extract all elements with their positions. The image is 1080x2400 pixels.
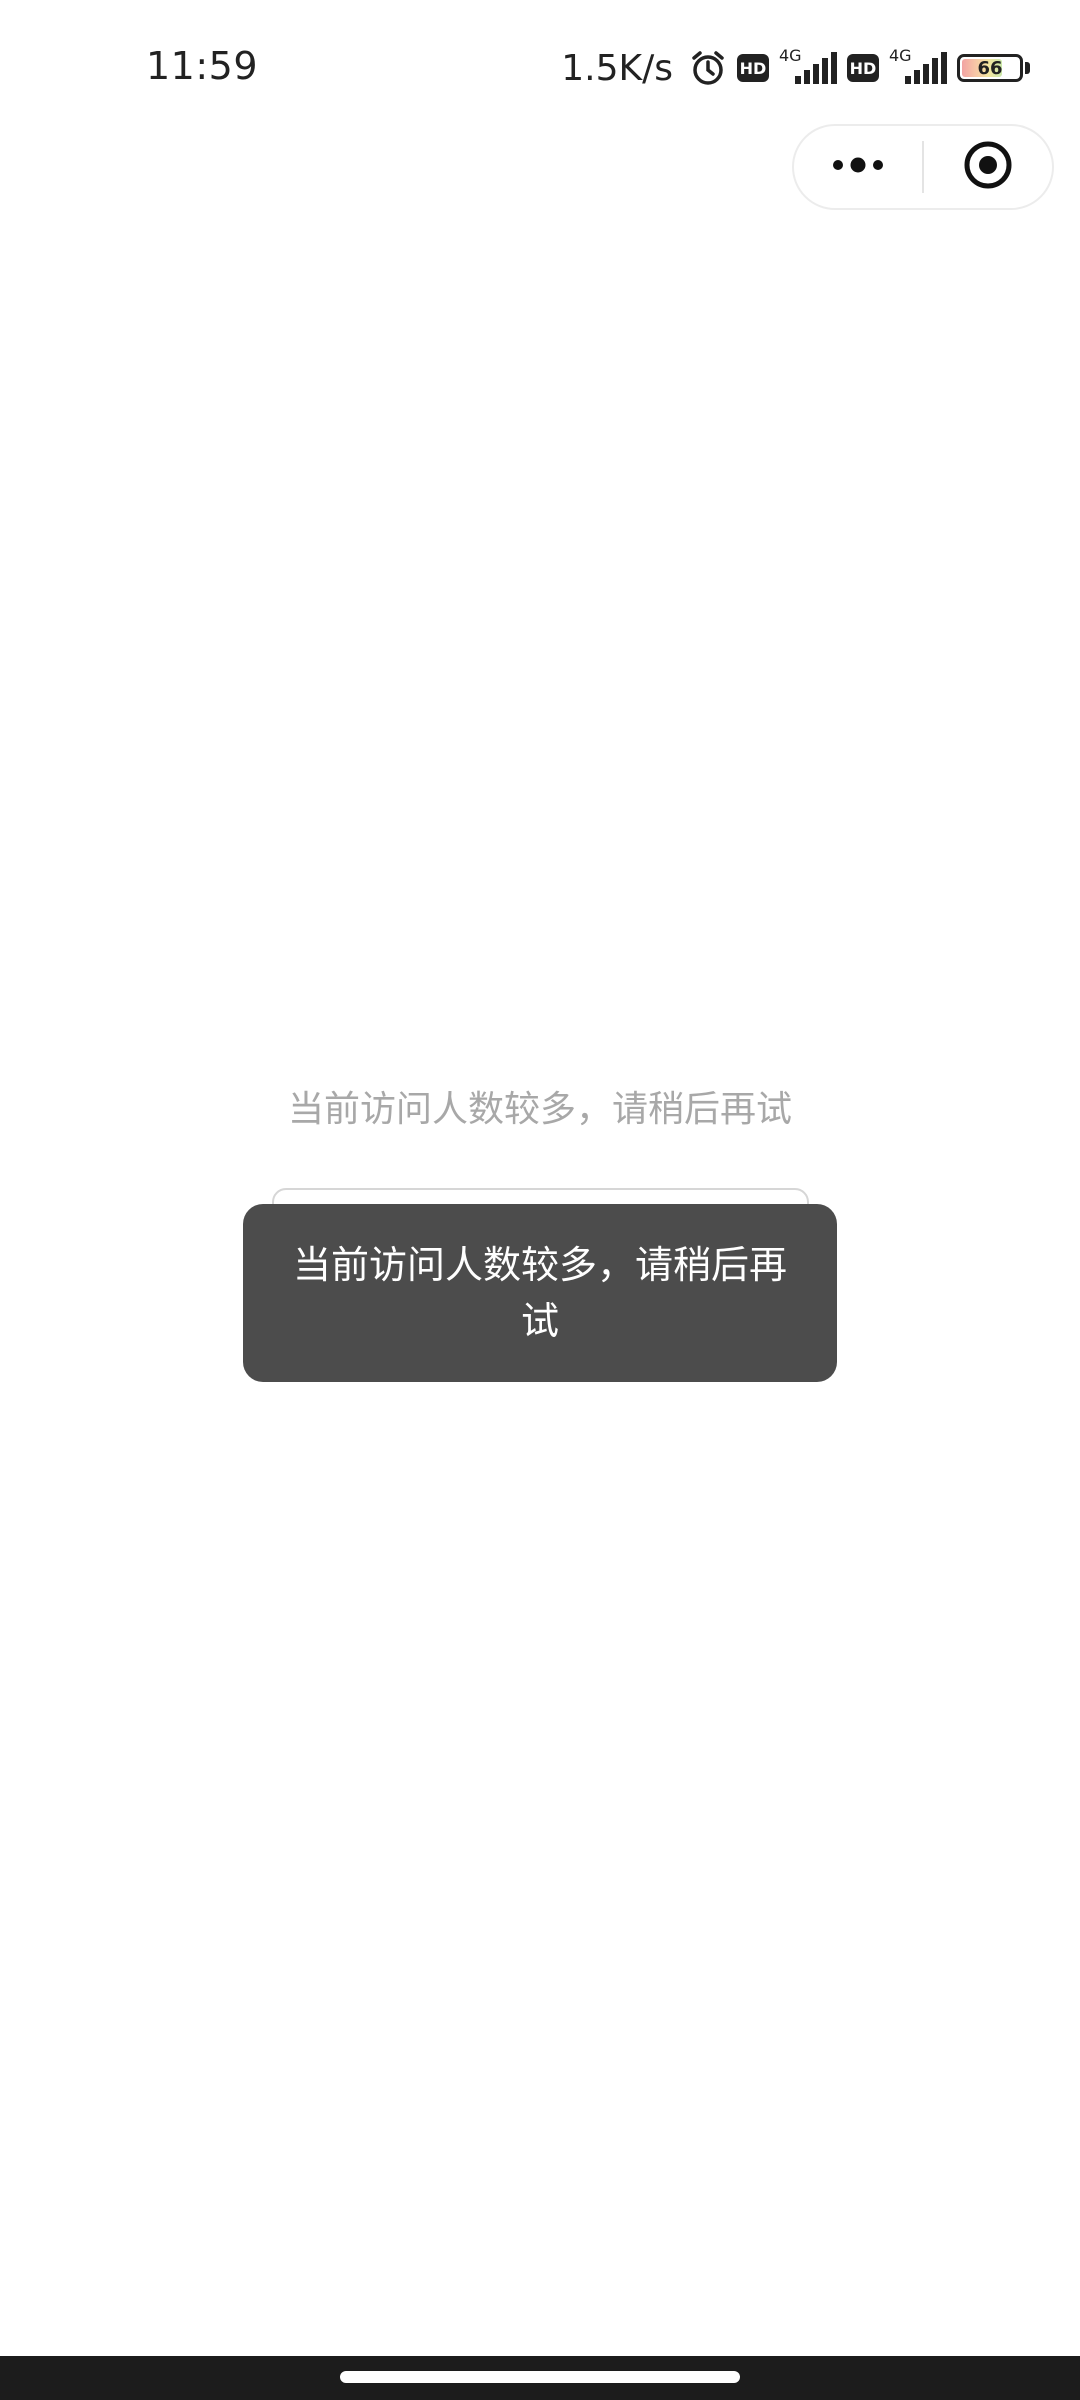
- navigation-bar: [0, 2356, 1080, 2400]
- status-icons: 1.5K/s HD 4G HD 4G 66: [561, 44, 1030, 92]
- status-bar: 11:59 1.5K/s HD 4G HD 4G 66: [0, 0, 1080, 120]
- screen: 11:59 1.5K/s HD 4G HD 4G 66 当前访问人数较多，请稍后…: [0, 0, 1080, 2400]
- close-target-icon: [963, 140, 1013, 194]
- home-indicator[interactable]: [340, 2371, 740, 2383]
- network-speed: 1.5K/s: [561, 47, 673, 89]
- close-button[interactable]: [924, 126, 1052, 208]
- signal-bars: [795, 52, 837, 84]
- hd-badge-2: HD: [847, 54, 879, 82]
- hd-badge-1: HD: [737, 54, 769, 82]
- toast-message: 当前访问人数较多，请稍后再试: [292, 1243, 787, 1343]
- signal-bars-2: [905, 52, 947, 84]
- signal-icon-2: 4G: [889, 46, 947, 88]
- signal-icon: 4G: [779, 46, 837, 88]
- more-button[interactable]: [794, 126, 922, 208]
- busy-message: 当前访问人数较多，请稍后再试: [287, 1089, 792, 1130]
- toast: 当前访问人数较多，请稍后再试: [243, 1204, 837, 1382]
- alarm-icon: [689, 49, 727, 87]
- miniprogram-capsule: [792, 124, 1054, 210]
- battery-level: 66: [977, 57, 1003, 79]
- battery-icon: 66: [957, 54, 1023, 82]
- battery-tip: [1025, 62, 1030, 74]
- status-time: 11:59: [146, 44, 259, 88]
- more-dots-icon: [830, 155, 886, 179]
